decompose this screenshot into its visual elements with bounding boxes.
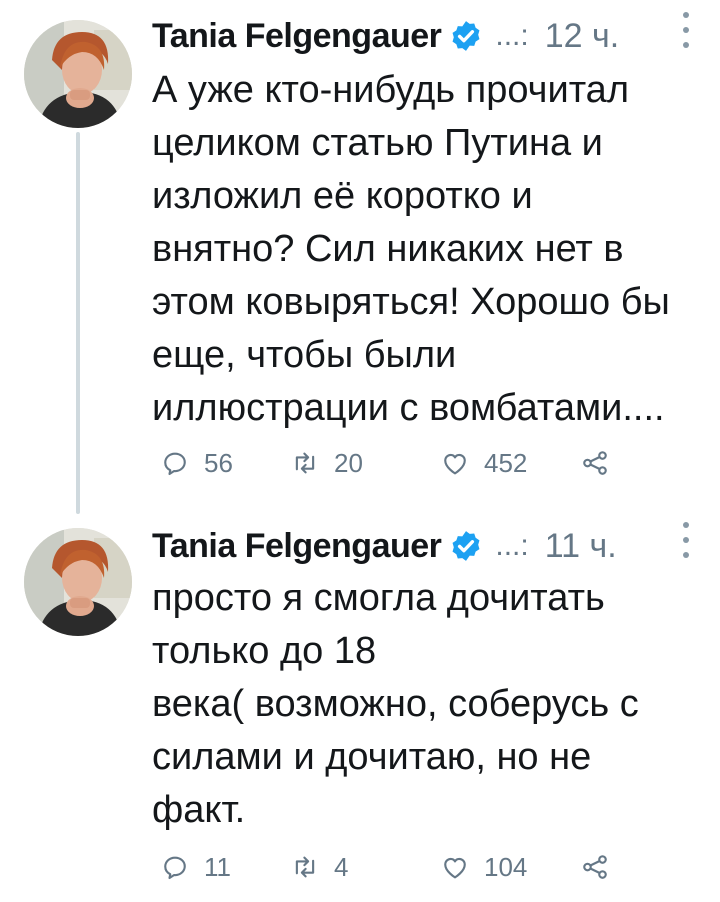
reply-icon — [164, 856, 186, 880]
share-button[interactable] — [580, 446, 610, 480]
retweet-icon — [295, 856, 315, 878]
author-handle[interactable]: ...: — [495, 529, 528, 563]
author-name[interactable]: Tania Felgengauer — [152, 17, 442, 56]
share-button[interactable] — [580, 850, 610, 884]
tweet-actions: 56 20 452 — [160, 446, 620, 480]
more-options-icon[interactable] — [674, 522, 698, 558]
reply-button[interactable]: 11 — [160, 850, 231, 884]
author-handle[interactable]: ...: — [495, 19, 528, 53]
author-name[interactable]: Tania Felgengauer — [152, 527, 442, 566]
thread-line — [76, 132, 80, 514]
verified-badge-icon — [449, 529, 483, 563]
reply-button[interactable]: 56 — [160, 446, 233, 480]
retweet-count: 20 — [334, 447, 363, 478]
like-count: 452 — [484, 447, 528, 478]
avatar-photo — [24, 528, 132, 636]
retweet-button[interactable]: 4 — [290, 850, 348, 884]
share-icon — [583, 855, 607, 879]
like-count: 104 — [484, 851, 528, 882]
tweet-header: Tania Felgengauer ...: 11 ч. — [152, 522, 700, 570]
tweet[interactable]: Tania Felgengauer ...: 12 ч. А уже кто-н… — [0, 0, 720, 514]
tweet-text: просто я смогла дочитать только до 18 ве… — [152, 577, 639, 831]
tweet-actions: 11 4 104 — [160, 850, 620, 884]
avatar-photo — [24, 20, 132, 128]
reply-count: 11 — [204, 851, 231, 882]
retweet-icon — [295, 452, 315, 474]
avatar[interactable] — [24, 528, 132, 636]
retweet-button[interactable]: 20 — [290, 446, 363, 480]
retweet-count: 4 — [334, 851, 349, 882]
tweet-text: А уже кто-нибудь прочитал целиком статью… — [152, 69, 670, 429]
tweet-time[interactable]: 11 ч. — [545, 527, 617, 566]
verified-badge-icon — [449, 19, 483, 53]
reply-icon — [164, 452, 186, 476]
more-options-icon[interactable] — [674, 12, 698, 48]
tweet[interactable]: Tania Felgengauer ...: 11 ч. просто я см… — [0, 510, 720, 902]
like-button[interactable]: 104 — [440, 850, 527, 884]
reply-count: 56 — [204, 447, 233, 478]
tweet-header: Tania Felgengauer ...: 12 ч. — [152, 12, 700, 60]
like-button[interactable]: 452 — [440, 446, 527, 480]
avatar[interactable] — [24, 20, 132, 128]
like-icon — [444, 453, 466, 475]
tweet-time[interactable]: 12 ч. — [545, 17, 619, 56]
like-icon — [444, 857, 466, 879]
share-icon — [583, 451, 607, 475]
